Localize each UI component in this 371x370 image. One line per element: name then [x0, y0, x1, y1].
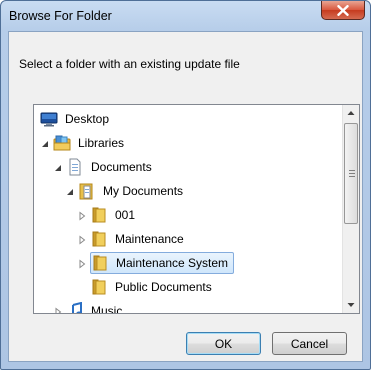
collapsed-arrow-icon[interactable] — [77, 210, 87, 221]
tree-item-label: Maintenance — [115, 232, 184, 246]
tree-item-maintenance[interactable]: Maintenance — [77, 227, 187, 251]
browse-for-folder-dialog: Browse For Folder Select a folder with a… — [0, 0, 371, 370]
tree-item-label: Libraries — [78, 136, 125, 150]
folder-icon — [90, 230, 108, 248]
folder-tree[interactable]: Desktop Libraries Documents My Documents… — [33, 104, 360, 314]
tree-item-maintenance-system[interactable]: Maintenance System — [77, 251, 235, 275]
folder-tree-content: Desktop Libraries Documents My Documents… — [34, 105, 344, 313]
scroll-up-button[interactable] — [343, 105, 359, 122]
tree-item-documents[interactable]: Documents — [53, 155, 155, 179]
tree-item-label: Desktop — [65, 112, 110, 126]
scroll-down-button[interactable] — [343, 296, 359, 313]
expanded-arrow-icon[interactable] — [40, 138, 50, 148]
tree-item-desktop[interactable]: Desktop — [40, 107, 112, 131]
my-documents-icon — [78, 182, 96, 200]
tree-item-label: Public Documents — [115, 280, 212, 294]
tree-item-my-documents[interactable]: My Documents — [65, 179, 186, 203]
thumb-grip-line — [349, 170, 355, 171]
scroll-down-arrow-icon — [347, 303, 355, 307]
cancel-button[interactable]: Cancel — [272, 332, 347, 355]
dialog-title: Browse For Folder — [9, 9, 112, 23]
documents-library-icon — [66, 158, 84, 176]
scroll-up-arrow-icon — [347, 111, 355, 115]
desktop-icon — [40, 110, 58, 128]
libraries-icon — [53, 134, 71, 152]
tree-item-label: My Documents — [103, 184, 184, 198]
title-bar[interactable]: Browse For Folder — [1, 1, 370, 31]
tree-item-label: Music — [91, 304, 123, 314]
folder-icon — [91, 254, 109, 272]
collapsed-arrow-icon[interactable] — [53, 306, 63, 313]
thumb-grip-line — [349, 173, 355, 174]
dialog-body: Select a folder with an existing update … — [8, 31, 363, 362]
tree-item-001[interactable]: 001 — [77, 203, 138, 227]
collapsed-arrow-icon[interactable] — [77, 234, 87, 245]
music-library-icon — [66, 301, 84, 313]
selection-highlight: Maintenance System — [90, 252, 235, 274]
scrollbar-thumb[interactable] — [344, 123, 358, 224]
instruction-text: Select a folder with an existing update … — [19, 57, 240, 71]
folder-icon — [90, 206, 108, 224]
vertical-scrollbar[interactable] — [342, 105, 359, 313]
expanded-arrow-icon[interactable] — [53, 162, 63, 172]
folder-icon — [90, 278, 108, 296]
tree-item-label: Maintenance System — [116, 256, 229, 270]
tree-item-label: 001 — [115, 208, 136, 222]
tree-item-music[interactable]: Music — [53, 299, 125, 314]
tree-item-public-documents[interactable]: Public Documents — [90, 275, 215, 299]
thumb-grip-line — [349, 176, 355, 177]
collapsed-arrow-icon[interactable] — [77, 258, 87, 269]
ok-button[interactable]: OK — [186, 332, 261, 355]
expanded-arrow-icon[interactable] — [65, 186, 75, 196]
tree-item-label: Documents — [91, 160, 152, 174]
close-icon — [337, 5, 349, 16]
close-button[interactable] — [321, 1, 365, 20]
tree-item-libraries[interactable]: Libraries — [40, 131, 127, 155]
